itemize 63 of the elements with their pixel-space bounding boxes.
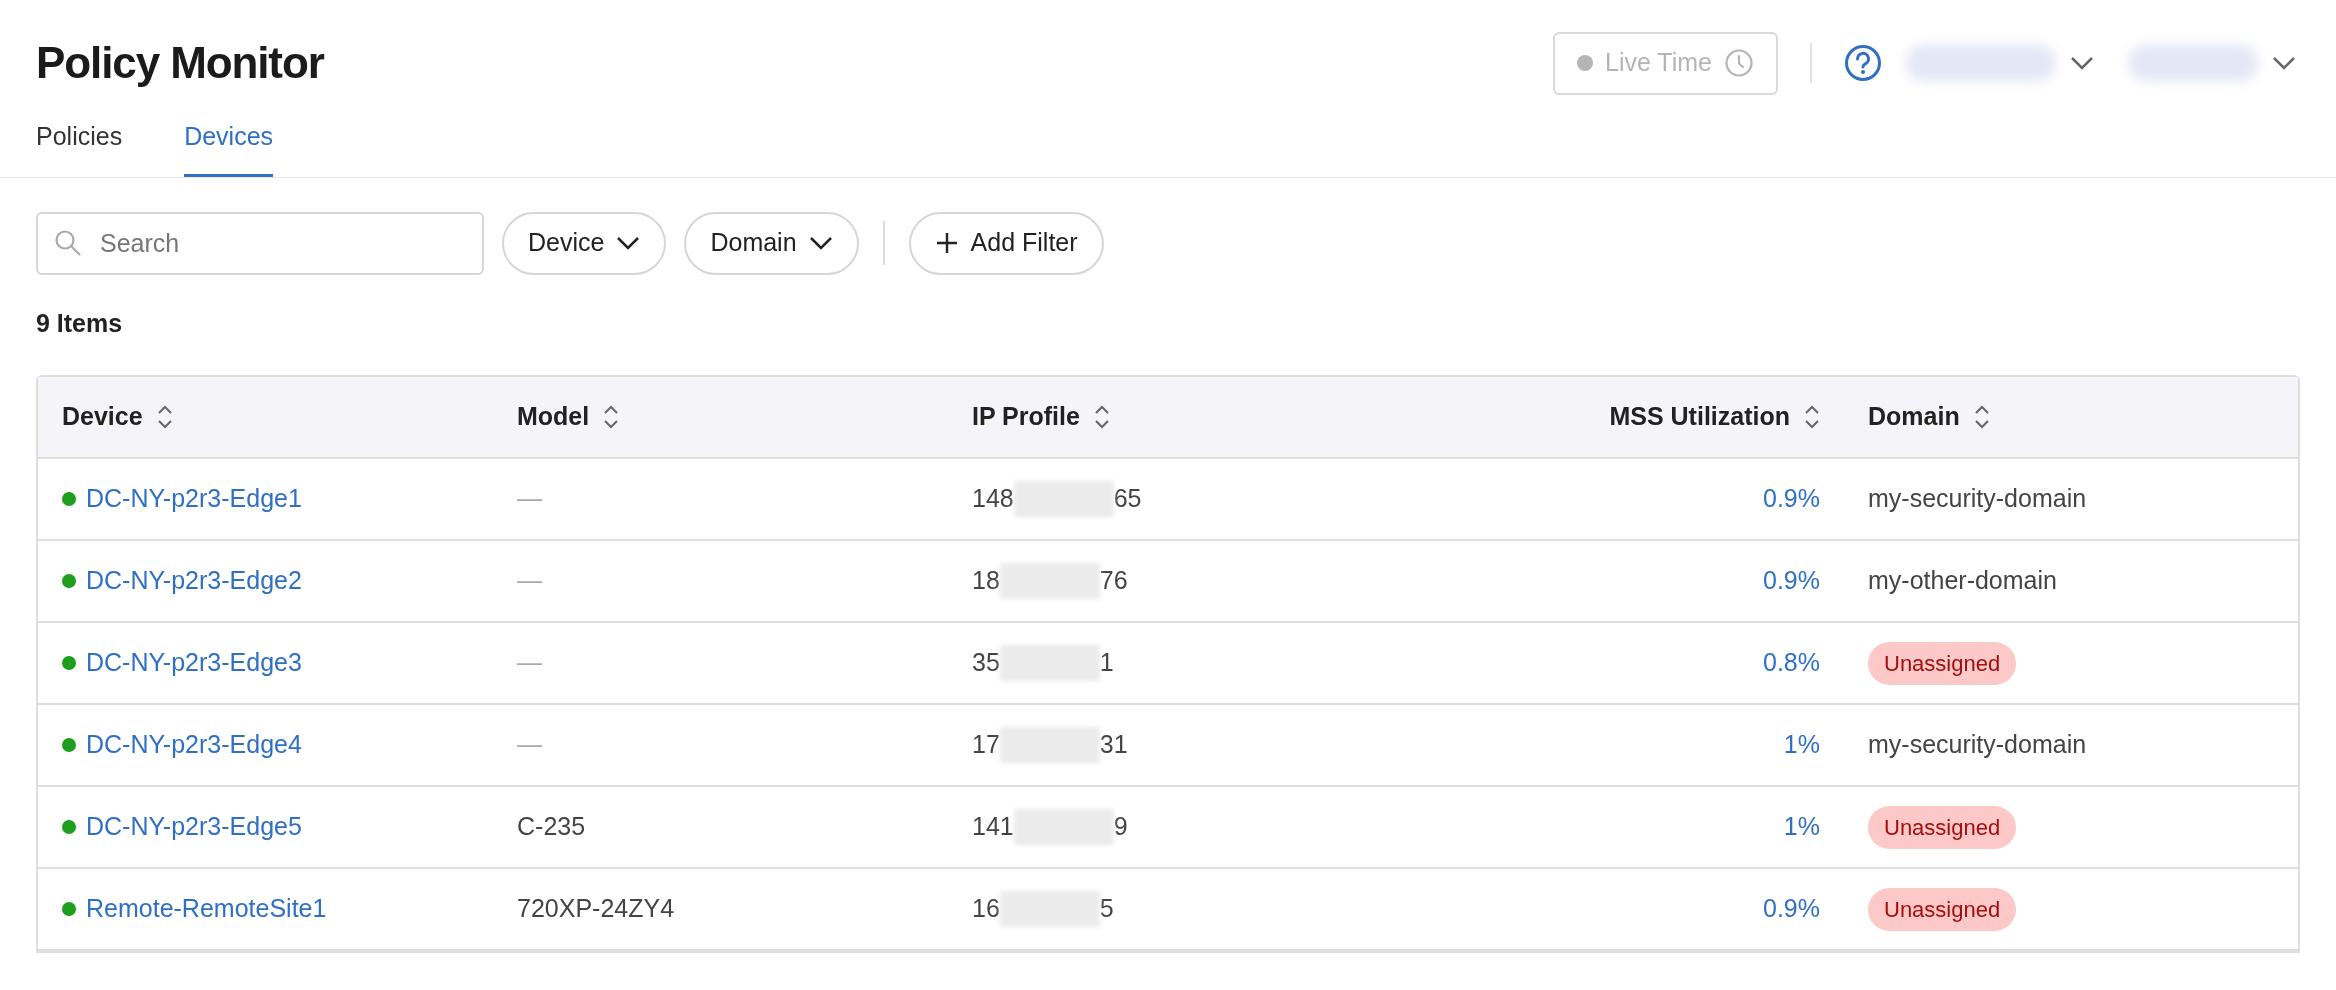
table-cell-text: 1 [1099,647,1114,679]
table-cell: my-security-domain [1868,730,2087,759]
table-cell-text: 141 [972,811,1014,843]
search-icon [54,228,82,257]
device-link[interactable]: Remote-RemoteSite1 [86,890,327,928]
page-title: Policy Monitor [36,37,324,89]
utilization-value: 1% [1783,730,1820,759]
device-link[interactable]: DC-NY-p2r3-Edge3 [86,644,302,682]
status-badge: Unassigned [1868,641,2017,685]
table-cell-text: 76 [1099,565,1128,597]
table-cell-text: 31 [1099,729,1128,761]
chevron-down-icon [808,236,833,250]
add-filter-button[interactable]: Add Filter [908,211,1104,275]
sort-icon[interactable] [1093,404,1110,430]
table-cell-text: 35 [972,647,1000,679]
chevron-down-icon [2070,56,2094,70]
sort-icon[interactable] [1973,404,1990,430]
table-cell-text: 9 [1113,811,1128,843]
table-cell-text: 65 [1113,483,1142,515]
status-dot-icon [1577,55,1593,71]
tab[interactable]: Devices [184,108,274,177]
item-count: 9 Items [36,307,124,339]
filter-dropdown[interactable]: Domain [684,211,859,275]
filter-dropdown[interactable]: Device [502,211,667,275]
table-cell: — [517,484,542,513]
column-header[interactable]: Device [62,398,143,436]
device-link[interactable]: DC-NY-p2r3-Edge1 [86,480,302,518]
sort-icon[interactable] [156,404,173,430]
sort-icon[interactable] [1804,404,1820,430]
table-cell-text: 16 [972,893,1000,925]
help-icon[interactable] [1844,44,1882,82]
table-cell: — [517,566,542,595]
status-badge: Unassigned [1868,805,2017,849]
column-header[interactable]: Model [517,398,590,436]
device-link[interactable]: DC-NY-p2r3-Edge4 [86,726,302,764]
utilization-value: 0.9% [1763,894,1820,923]
column-header[interactable]: IP Profile [972,398,1080,436]
table-cell: — [517,648,542,677]
table-cell: my-security-domain [1868,484,2087,513]
table-cell-text: 5 [1099,893,1114,925]
table-cell: C-235 [517,812,586,841]
utilization-value: 0.9% [1763,484,1820,513]
utilization-value: 1% [1783,812,1820,841]
device-link[interactable]: DC-NY-p2r3-Edge2 [86,562,302,600]
utilization-value: 0.8% [1763,648,1820,677]
device-link[interactable]: DC-NY-p2r3-Edge5 [86,808,302,846]
utilization-value: 0.9% [1763,566,1820,595]
table-cell-text: 17 [972,729,1000,761]
table-cell: 720XP-24ZY4 [517,894,675,923]
clock-icon [1724,48,1754,78]
plus-icon [934,231,959,255]
table-cell-text: 148 [972,483,1014,515]
table-cell-text: 18 [972,565,1000,597]
table-cell: my-other-domain [1868,566,2057,595]
status-badge: Unassigned [1868,887,2017,931]
chevron-down-icon [2272,56,2296,70]
tab[interactable]: Policies [36,108,123,177]
chevron-down-icon [616,236,641,250]
sort-icon[interactable] [603,404,620,430]
column-header[interactable]: MSS Utilization [1609,398,1790,436]
column-header[interactable]: Domain [1868,398,1960,436]
table-cell: — [517,730,542,759]
search-field[interactable]: Search [36,211,484,275]
